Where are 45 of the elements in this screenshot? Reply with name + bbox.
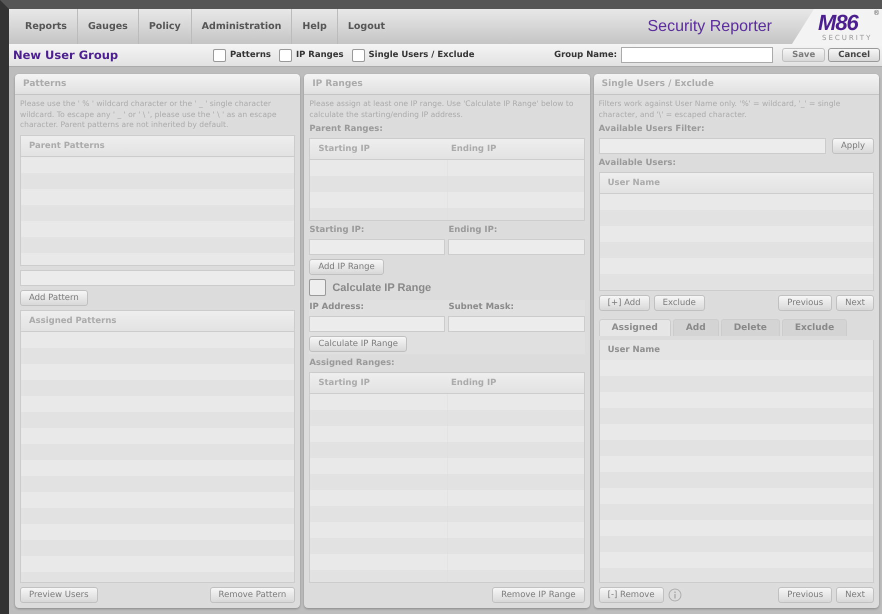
starting-ip-field[interactable] — [309, 239, 446, 255]
nav-menu-item[interactable]: Logout — [338, 9, 396, 44]
page-title: New User Group — [13, 48, 120, 62]
field-label: IP Address: — [309, 302, 365, 312]
panel-header: IP Ranges — [304, 74, 590, 95]
column-header: Ending IP — [451, 144, 498, 154]
checkbox-label: Single Users / Exclude — [368, 50, 474, 60]
group-name-field[interactable] — [621, 47, 774, 63]
column-header: Starting IP — [318, 378, 371, 388]
checkbox-label: Patterns — [230, 50, 271, 60]
checkbox[interactable] — [309, 279, 326, 296]
panel-header: Patterns — [15, 74, 300, 95]
field-label: Available Users Filter: — [598, 124, 706, 134]
checkbox[interactable] — [352, 48, 365, 62]
subnet-mask-field[interactable] — [448, 316, 585, 332]
ip-address-field[interactable] — [309, 316, 446, 332]
product-title: Security Reporter — [648, 18, 772, 36]
column-header: User Name — [608, 178, 660, 188]
ending-ip-field[interactable] — [448, 239, 585, 255]
logo-mark: M86 — [818, 10, 858, 35]
section-label: Parent Ranges: — [309, 124, 384, 134]
column-header: Ending IP — [451, 378, 498, 388]
checkbox[interactable] — [213, 48, 226, 62]
info-icon[interactable] — [668, 588, 682, 602]
column-header: Assigned Patterns — [29, 316, 116, 326]
section-label: Assigned Ranges: — [309, 358, 396, 368]
field-label: Starting IP: — [309, 225, 366, 235]
tab[interactable]: Delete — [720, 319, 780, 336]
group-name-label: Group Name: — [554, 50, 618, 60]
tab[interactable]: Add — [672, 319, 719, 336]
tab[interactable]: Assigned — [598, 319, 671, 336]
column-header: User Name — [608, 345, 660, 355]
column-header: Parent Patterns — [29, 140, 105, 150]
section-label: Available Users: — [598, 158, 677, 168]
user-filter-field[interactable] — [598, 138, 826, 154]
field-label: Subnet Mask: — [448, 302, 515, 312]
tab[interactable]: Exclude — [782, 319, 848, 336]
pattern-field[interactable] — [20, 270, 296, 286]
checkbox-label: IP Ranges — [296, 50, 344, 60]
checkbox[interactable] — [278, 48, 292, 62]
panel-header: Single Users / Exclude — [594, 74, 879, 95]
field-label: Ending IP: — [448, 225, 498, 235]
checkbox-label: Calculate IP Range — [332, 282, 432, 294]
cancel-button[interactable]: Cancel — [828, 48, 880, 62]
column-header: Starting IP — [318, 144, 371, 154]
